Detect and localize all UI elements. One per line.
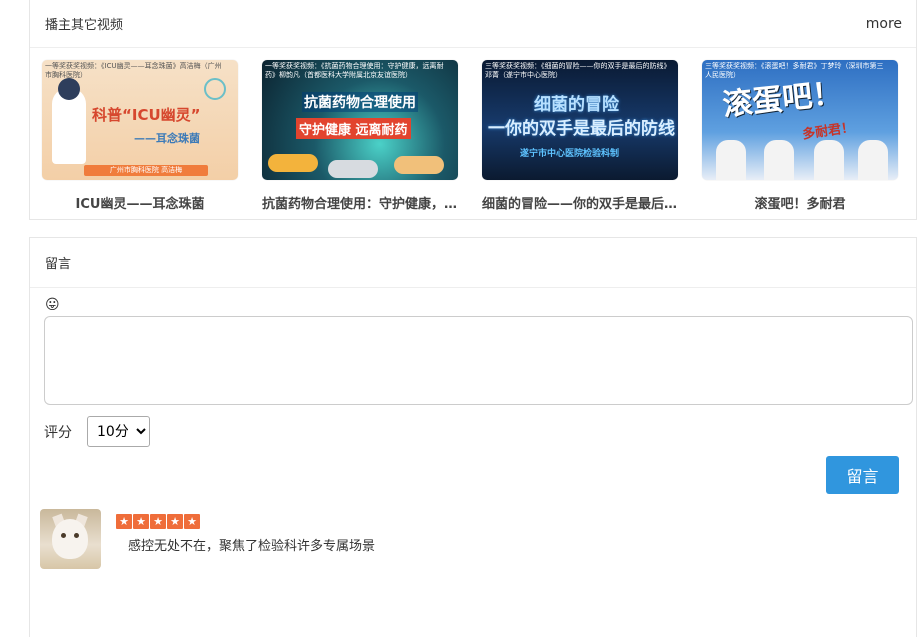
cat-eye-illustration xyxy=(61,533,66,538)
thumbnail-footer: 广州市胸科医院 高洁梅 xyxy=(84,165,208,176)
thumbnail-credit: 遂宁市中心医院检验科制 xyxy=(520,149,620,159)
video-thumbnail[interactable]: 一等奖获奖视频：《ICU幽灵——耳念珠菌》高洁梅（广州市胸科医院） 科普“ICU… xyxy=(42,60,238,180)
video-card-1[interactable]: 一等奖获奖视频：《ICU幽灵——耳念珠菌》高洁梅（广州市胸科医院） 科普“ICU… xyxy=(42,60,238,212)
doctor-head-illustration xyxy=(58,78,80,100)
pill-illustration xyxy=(328,160,378,178)
pill-illustration xyxy=(394,156,444,174)
comment-rating-stars: ★ ★ ★ ★ ★ xyxy=(116,514,200,529)
thumbnail-headline: 科普“ICU幽灵” xyxy=(92,106,201,124)
figure-illustration xyxy=(764,140,794,180)
video-card-2[interactable]: 一等奖获奖视频：《抗菌药物合理使用：守护健康，远离耐药》柳韵凡（首都医科大学附属… xyxy=(262,60,458,212)
video-thumbnail[interactable]: 三等奖获奖视频：《细菌的冒险——你的双手是最后的防线》邓菁（遂宁市中心医院） 细… xyxy=(482,60,678,180)
thumbnail-caption: 一等奖获奖视频：《ICU幽灵——耳念珠菌》高洁梅（广州市胸科医院） xyxy=(45,62,222,79)
other-videos-panel: 播主其它视频 more 一等奖获奖视频：《ICU幽灵——耳念珠菌》高洁梅（广州市… xyxy=(29,0,917,220)
video-thumbnail[interactable]: 三等奖获奖视频：《滚蛋吧！多耐君》丁梦玲（深圳市第三人民医院） 滚蛋吧！ 多耐君… xyxy=(702,60,898,180)
figure-illustration xyxy=(814,140,844,180)
other-videos-title: 播主其它视频 xyxy=(45,18,124,33)
cat-face-illustration xyxy=(52,519,88,559)
video-thumbnail[interactable]: 一等奖获奖视频：《抗菌药物合理使用：守护健康，远离耐药》柳韵凡（首都医科大学附属… xyxy=(262,60,458,180)
figure-illustration xyxy=(716,140,746,180)
pill-illustration xyxy=(268,154,318,172)
video-title[interactable]: 抗菌药物合理使用：守护健康，远离耐药 xyxy=(262,193,458,212)
thumbnail-subheadline: ——耳念珠菌 xyxy=(134,132,200,145)
comment-text: 感控无处不在，聚焦了检验科许多专属场景 xyxy=(128,539,376,554)
comment-panel: 留言 😛 评分 10分 留言 ★ ★ ★ ★ ★ 感控无处不在，聚焦了检验科许多专属场景 xyxy=(29,237,917,637)
thumbnail-headline: 细菌的冒险 xyxy=(534,95,619,115)
thumbnail-headline: 抗菌药物合理使用 xyxy=(302,92,418,112)
stethoscope-icon xyxy=(204,78,226,100)
comment-textarea[interactable] xyxy=(44,316,913,405)
thumbnail-caption: 一等奖获奖视频：《抗菌药物合理使用：守护健康，远离耐药》柳韵凡（首都医科大学附属… xyxy=(265,62,444,79)
more-link[interactable]: more xyxy=(866,16,902,32)
avatar xyxy=(40,509,101,569)
rating-label: 评分 xyxy=(44,425,72,441)
cat-eye-illustration xyxy=(74,533,79,538)
video-card-4[interactable]: 三等奖获奖视频：《滚蛋吧！多耐君》丁梦玲（深圳市第三人民医院） 滚蛋吧！ 多耐君… xyxy=(702,60,898,212)
rating-select[interactable]: 10分 xyxy=(87,416,150,447)
thumbnail-subheadline: 一你的双手是最后的防线 xyxy=(488,119,675,139)
figure-illustration xyxy=(858,140,888,180)
other-videos-header: 播主其它视频 more xyxy=(30,0,916,48)
thumbnail-subheadline: 守护健康 远离耐药 xyxy=(296,118,411,139)
star-icon: ★ xyxy=(133,514,149,529)
star-icon: ★ xyxy=(116,514,132,529)
submit-comment-button[interactable]: 留言 xyxy=(826,456,899,494)
video-title[interactable]: ICU幽灵——耳念珠菌 xyxy=(42,193,238,212)
thumbnail-caption: 三等奖获奖视频：《细菌的冒险——你的双手是最后的防线》邓菁（遂宁市中心医院） xyxy=(485,62,667,79)
star-icon: ★ xyxy=(184,514,200,529)
thumbnail-subheadline: 多耐君！ xyxy=(801,120,856,143)
comment-header: 留言 xyxy=(30,238,916,288)
star-icon: ★ xyxy=(150,514,166,529)
emoji-picker-icon[interactable]: 😛 xyxy=(45,297,60,313)
video-card-3[interactable]: 三等奖获奖视频：《细菌的冒险——你的双手是最后的防线》邓菁（遂宁市中心医院） 细… xyxy=(482,60,678,212)
video-title[interactable]: 滚蛋吧！多耐君 xyxy=(702,193,898,212)
comment-title: 留言 xyxy=(45,257,72,272)
video-title[interactable]: 细菌的冒险——你的双手是最后的防线 xyxy=(482,193,678,212)
star-icon: ★ xyxy=(167,514,183,529)
